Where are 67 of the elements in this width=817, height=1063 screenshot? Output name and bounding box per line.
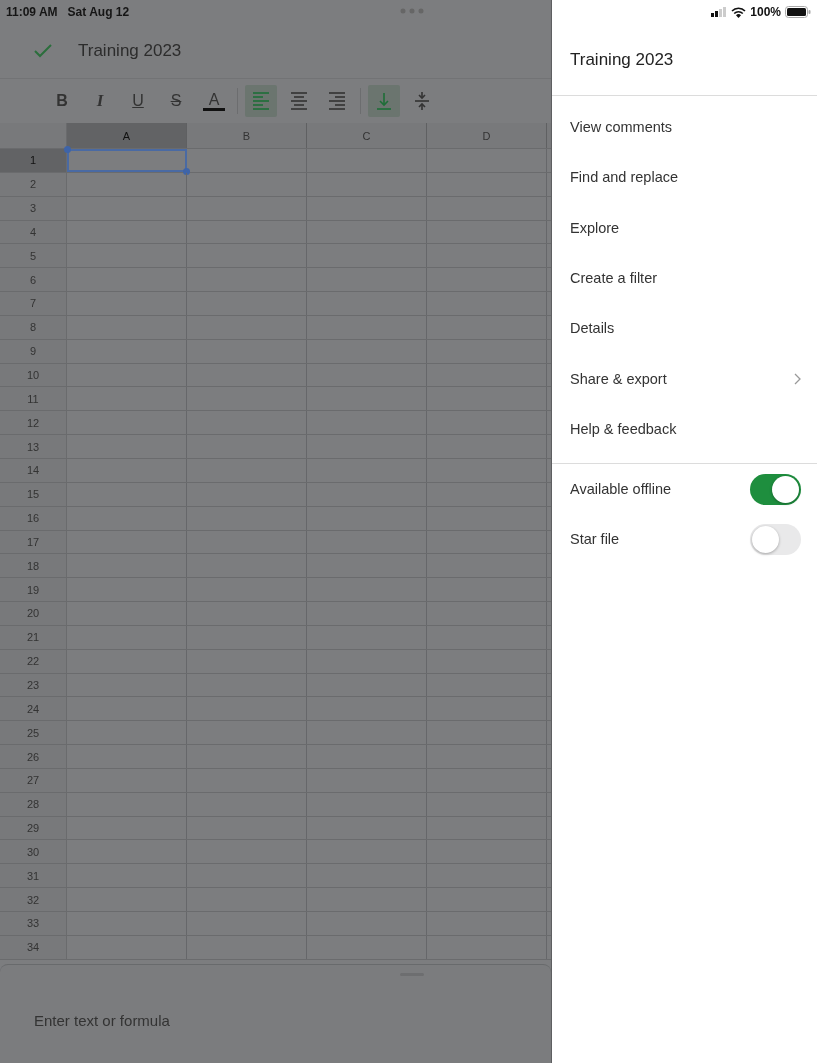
row-header[interactable]: 15 [0,482,67,506]
text-color-button[interactable]: A [198,85,230,117]
row-header[interactable]: 33 [0,912,67,935]
align-left-icon [251,90,271,112]
chevron-right-icon [794,372,801,385]
toggle-label: Star file [570,531,620,548]
row-header[interactable]: 27 [0,768,67,792]
row-header[interactable]: 9 [0,339,67,363]
selected-cell[interactable] [67,149,187,172]
strikethrough-button[interactable]: S [160,85,192,117]
align-left-button[interactable] [245,85,277,117]
row-header[interactable]: 17 [0,530,67,554]
status-date: Sat Aug 12 [67,5,130,19]
row-header[interactable]: 23 [0,673,67,697]
row-header[interactable]: 24 [0,697,67,721]
row-header[interactable]: 30 [0,840,67,864]
row-header[interactable]: 3 [0,196,67,220]
toggle-label: Available offline [570,481,672,498]
bold-button[interactable]: B [46,85,78,117]
signal-icon [711,7,728,17]
row-header[interactable]: 28 [0,792,67,816]
row-header[interactable]: 34 [0,935,67,959]
row-header[interactable]: 26 [0,745,67,768]
align-center-icon [289,90,309,112]
formula-input-field[interactable]: Enter text or formula [34,1011,434,1029]
row-header[interactable]: 25 [0,721,67,745]
column-header[interactable]: C [307,123,427,148]
row-header[interactable]: 20 [0,602,67,625]
row-header[interactable]: 1 [0,149,67,172]
underline-button[interactable]: U [122,85,154,117]
align-bottom-button[interactable] [368,85,400,117]
document-title: Training 2023 [78,41,182,61]
toggle-switch[interactable] [750,523,801,555]
row-header[interactable]: 8 [0,315,67,339]
row-header[interactable]: 31 [0,864,67,888]
toggle-switch[interactable] [750,473,801,505]
row-header[interactable]: 12 [0,411,67,435]
align-right-icon [327,90,347,112]
row-header[interactable]: 18 [0,554,67,578]
status-time: 11:09 AM [6,5,58,19]
italic-button[interactable]: I [84,85,116,117]
row-header[interactable]: 6 [0,268,67,292]
more-dots-icon [400,8,424,14]
row-header[interactable]: 7 [0,292,67,315]
row-header[interactable]: 11 [0,387,67,411]
row-header[interactable]: 4 [0,220,67,244]
row-header[interactable]: 16 [0,506,67,530]
row-header[interactable]: 13 [0,435,67,458]
column-header[interactable]: A [67,123,187,148]
battery-percent: 100% [750,5,781,19]
menu-title: Training 2023 [552,24,817,96]
row-header[interactable]: 19 [0,578,67,602]
column-header[interactable]: D [427,123,547,148]
row-header[interactable]: 29 [0,816,67,840]
wifi-icon [731,6,747,18]
checkmark-icon[interactable] [34,44,52,58]
row-header[interactable]: 22 [0,649,67,673]
row-header[interactable]: 10 [0,363,67,387]
battery-icon [785,6,811,18]
row-header[interactable]: 14 [0,458,67,482]
align-middle-icon [412,90,432,112]
row-header[interactable]: 2 [0,172,67,196]
row-header[interactable]: 5 [0,244,67,268]
row-header[interactable]: 21 [0,625,67,649]
row-header[interactable]: 32 [0,888,67,911]
align-bottom-icon [374,90,394,112]
column-header[interactable]: B [187,123,307,148]
